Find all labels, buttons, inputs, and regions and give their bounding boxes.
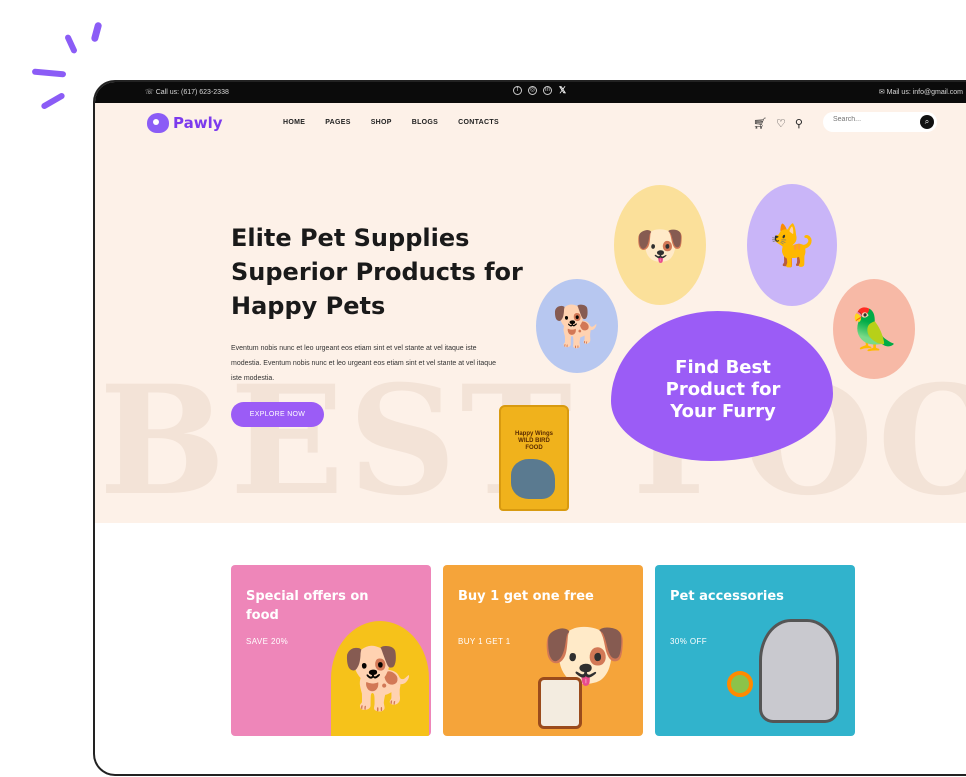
hero-section: BEST FOOD Pawly HOME PAGES SHOP BLOGS CO… bbox=[95, 103, 966, 523]
card-subtitle: BUY 1 GET 1 bbox=[458, 637, 511, 646]
product-name: WILD BIRD FOOD bbox=[518, 438, 550, 451]
x-icon[interactable]: 𝕏 bbox=[558, 86, 567, 95]
headline-line: Happy Pets bbox=[231, 292, 386, 320]
spark-decoration bbox=[64, 33, 78, 55]
headline-line: Superior Products for bbox=[231, 258, 523, 286]
email-address: Mail us: info@gmail.com bbox=[886, 89, 963, 96]
bird-illustration bbox=[511, 459, 555, 499]
food-can-image bbox=[538, 677, 582, 729]
promo-card-accessories[interactable]: Pet accessories 30% OFF bbox=[655, 565, 855, 736]
dog-sunglasses-image: 🐶 bbox=[614, 185, 706, 305]
dog-golden-image: 🐕 bbox=[331, 621, 429, 736]
logo[interactable]: Pawly bbox=[147, 113, 223, 133]
product-label: Happy Wings WILD BIRD FOOD bbox=[509, 431, 559, 452]
menu: HOME PAGES SHOP BLOGS CONTACTS bbox=[283, 119, 499, 126]
paw-text: Find Best Product for Your Furry bbox=[665, 357, 781, 422]
email-text: ✉ Mail us: info@gmail.com bbox=[878, 89, 963, 96]
card-title: Buy 1 get one free bbox=[458, 589, 594, 604]
search-input[interactable] bbox=[833, 116, 913, 123]
backpack-carrier-image bbox=[759, 619, 839, 723]
promo-card-buy-one[interactable]: 🐶 Buy 1 get one free BUY 1 GET 1 bbox=[443, 565, 643, 736]
search-box: ⌕ bbox=[823, 112, 937, 132]
logo-text: Pawly bbox=[173, 114, 223, 132]
hero-headline: Elite Pet Supplies Superior Products for… bbox=[231, 221, 551, 323]
instagram-icon[interactable]: ◎ bbox=[528, 86, 537, 95]
promo-card-food[interactable]: 🐕 Special offers on food SAVE 20% bbox=[231, 565, 431, 736]
social-icons: f ◎ in 𝕏 bbox=[513, 86, 567, 95]
heart-icon[interactable]: ♡ bbox=[776, 117, 786, 130]
card-title: Special offers on food bbox=[246, 589, 369, 623]
linkedin-icon[interactable]: in bbox=[543, 86, 552, 95]
card-subtitle: 30% OFF bbox=[670, 637, 708, 646]
user-icon[interactable]: ⚲ bbox=[795, 117, 803, 130]
logo-icon bbox=[147, 113, 169, 133]
card-subtitle: SAVE 20% bbox=[246, 637, 289, 646]
hero-paragraph: Eventum nobis nunc et leo urgeant eos et… bbox=[231, 345, 496, 382]
product-brand: Happy Wings bbox=[515, 431, 553, 437]
spark-decoration bbox=[31, 68, 67, 78]
search-icon[interactable]: ⌕ bbox=[920, 115, 934, 129]
menu-item-pages[interactable]: PAGES bbox=[325, 119, 351, 126]
menu-item-blogs[interactable]: BLOGS bbox=[412, 119, 438, 126]
cat-image: 🐈 bbox=[747, 184, 837, 306]
cart-icon[interactable]: 🛒︎ bbox=[753, 117, 767, 130]
facebook-icon[interactable]: f bbox=[513, 86, 522, 95]
main-nav: Pawly HOME PAGES SHOP BLOGS CONTACTS 🛒︎ … bbox=[95, 103, 966, 145]
browser-frame: ☏ Call us: (617) 623-2338 f ◎ in 𝕏 ✉ Mai… bbox=[93, 80, 966, 776]
header-icons: 🛒︎ ♡ ⚲ bbox=[753, 117, 803, 130]
headline-line: Elite Pet Supplies bbox=[231, 224, 470, 252]
phone-number: Call us: (617) 623-2338 bbox=[155, 89, 229, 96]
promo-cards: 🐕 Special offers on food SAVE 20% 🐶 Buy … bbox=[231, 565, 855, 736]
bird-food-bag-image: Happy Wings WILD BIRD FOOD bbox=[499, 405, 569, 511]
ball-toy-image bbox=[727, 671, 753, 697]
parrot-image: 🦜 bbox=[833, 279, 915, 379]
explore-button[interactable]: EXPLORE NOW bbox=[231, 402, 324, 427]
top-bar: ☏ Call us: (617) 623-2338 f ◎ in 𝕏 ✉ Mai… bbox=[95, 82, 966, 103]
spark-decoration bbox=[40, 91, 66, 111]
card-title: Pet accessories bbox=[670, 589, 784, 604]
spark-decoration bbox=[90, 21, 103, 43]
menu-item-contacts[interactable]: CONTACTS bbox=[458, 119, 499, 126]
menu-item-home[interactable]: HOME bbox=[283, 119, 305, 126]
dog-yorkie-image: 🐕 bbox=[536, 279, 618, 373]
menu-item-shop[interactable]: SHOP bbox=[371, 119, 392, 126]
phone-text: ☏ Call us: (617) 623-2338 bbox=[145, 89, 229, 96]
